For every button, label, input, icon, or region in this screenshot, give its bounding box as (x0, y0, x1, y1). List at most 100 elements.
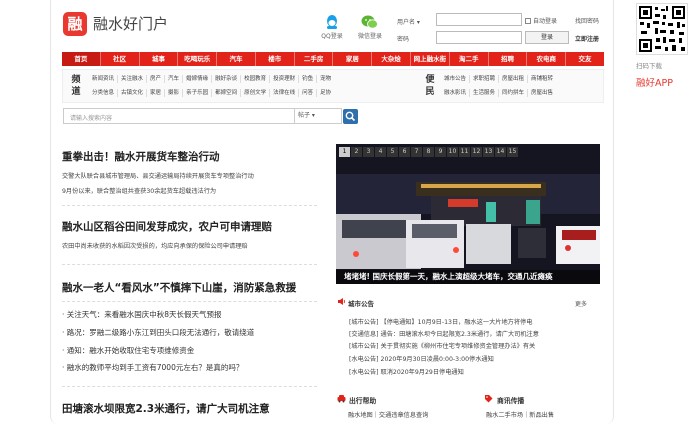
channel-link[interactable]: 亲子乐园 (183, 89, 213, 97)
speaker-icon (338, 298, 346, 305)
main-nav: 首页 社区 城事 吃喝玩乐 汽车 楼市 二手房 家居 大杂烩 网上融水街 淘二手… (62, 52, 604, 66)
auto-login-checkbox[interactable] (525, 17, 531, 24)
channel-link[interactable]: 原创文学 (241, 89, 271, 97)
slideshow-page[interactable]: 8 (423, 147, 434, 157)
channel-link[interactable]: 摄影 (165, 89, 184, 97)
news-list-item[interactable]: · 融水的教师平均到手工资有7000元左右？是真的吗？ (62, 362, 243, 373)
notice-item[interactable]: [交通信息] 通告：田塘滚水坝今日起限宽2.3米通行，请广大司机注意 (349, 329, 539, 338)
auto-login[interactable]: 自动登录 (525, 16, 557, 25)
nav-item[interactable]: 二手房 (295, 52, 334, 66)
channel-row: 新闻资讯 关注融水 房产 汽车 婚嫁情缘 融好杂谈 校园教育 投资理财 钓鱼 宠… (89, 75, 334, 83)
photo-slideshow[interactable]: 1 2 3 4 5 6 7 8 9 10 11 12 13 14 15 堵堵堵!… (336, 144, 600, 284)
headline-2-desc: 农田中尚未收获的水稻因次受损的，均应向承保的保险公司申请理赔 (62, 243, 248, 250)
search-placeholder: 请输入搜索内容 (70, 115, 113, 122)
nav-item[interactable]: 大杂烩 (372, 52, 412, 66)
nav-item[interactable]: 楼市 (256, 52, 295, 66)
service-link[interactable]: 房屋出租 (499, 75, 529, 83)
channel-link[interactable]: 宠物 (317, 75, 334, 83)
headline-3[interactable]: 融水一老人“看风水”不慎摔下山崖，消防紧急救援 (62, 280, 296, 295)
travel-help-links[interactable]: 融水地图｜交通违章信息查询 (348, 410, 428, 419)
service-link[interactable]: 房屋出售 (528, 89, 556, 97)
service-link[interactable]: 同约拼车 (499, 89, 529, 97)
channel-link[interactable]: 足协 (317, 89, 334, 97)
channel-link[interactable]: 新闻资讯 (89, 75, 119, 83)
notice-item[interactable]: [城市公告] 【停电通知】10月9日-13日，融水这一大片地方将停电 (349, 317, 532, 326)
channel-link[interactable]: 都嫁空间 (212, 89, 242, 97)
slideshow-page[interactable]: 6 (399, 147, 410, 157)
service-link[interactable]: 生活服务 (470, 89, 500, 97)
service-link[interactable]: 商铺租转 (528, 75, 556, 83)
notice-item[interactable]: [水电公告] 2020年9月30日凌晨0:00-3:00停水通知 (349, 354, 494, 363)
slideshow-page[interactable]: 3 (363, 147, 374, 157)
qq-login[interactable]: QQ登录 (319, 14, 345, 40)
nav-item[interactable]: 农电商 (527, 52, 567, 66)
service-link[interactable]: 融水影讯 (441, 89, 471, 97)
search-button[interactable] (343, 109, 358, 124)
channel-link[interactable]: 投资理财 (270, 75, 300, 83)
slideshow-page[interactable]: 13 (483, 147, 494, 157)
nav-item[interactable]: 汽车 (217, 52, 256, 66)
register-link[interactable]: 立即注册 (575, 34, 599, 43)
channel-link[interactable]: 房产 (147, 75, 166, 83)
notice-item[interactable]: [城市公告] 关于贯彻实施《柳州市住宅专项维修资金管理办法》有关 (349, 341, 535, 350)
headline-2[interactable]: 融水山区稻谷田间发芽成灾，农户可申请理赔 (62, 219, 272, 234)
login-button[interactable]: 登录 (525, 31, 569, 44)
channel-link[interactable]: 汽车 (165, 75, 184, 83)
channel-link[interactable]: 融好杂谈 (212, 75, 242, 83)
channel-link[interactable]: 婚嫁情缘 (183, 75, 213, 83)
slideshow-page[interactable]: 5 (387, 147, 398, 157)
divider (62, 386, 317, 387)
nav-item[interactable]: 吃喝玩乐 (178, 52, 218, 66)
slideshow-page[interactable]: 4 (375, 147, 386, 157)
news-list-item[interactable]: · 通知：融水开始收取住宅专项维修资金 (62, 345, 194, 356)
site-logo[interactable]: 融 (63, 12, 87, 36)
notice-item[interactable]: [水电公告] 取消2020年9月29日停电通知 (349, 367, 464, 376)
channel-link[interactable]: 家居 (147, 89, 166, 97)
news-list-item[interactable]: · 路况：罗融二级路小东江到田头口段无法通行，敬请绕道 (62, 327, 254, 338)
service-title: 便民 (425, 75, 435, 97)
app-qr-code (636, 3, 688, 55)
slideshow-page[interactable]: 12 (471, 147, 482, 157)
nav-item[interactable]: 网上融水街 (411, 52, 450, 66)
channel-link[interactable]: 钓鱼 (299, 75, 318, 83)
slideshow-caption[interactable]: 堵堵堵! 国庆长假第一天，融水上演超级大堵车，交通几近瘫痪 (336, 270, 600, 284)
channel-link[interactable]: 校园教育 (241, 75, 271, 83)
qq-login-label: QQ登录 (321, 33, 343, 40)
channel-link[interactable]: 古镇文化 (118, 89, 148, 97)
nav-item[interactable]: 首页 (62, 52, 101, 66)
search-type-select[interactable]: 帖子 ▾ (294, 109, 332, 123)
slideshow-page[interactable]: 15 (507, 147, 518, 157)
find-password-link[interactable]: 找回密码 (575, 16, 599, 25)
nav-item[interactable]: 社区 (101, 52, 140, 66)
channel-link[interactable]: 法律在线 (270, 89, 300, 97)
trade-links[interactable]: 融水二手市场｜新品出售 (486, 410, 554, 419)
nav-item[interactable]: 淘二手 (450, 52, 489, 66)
app-download-link[interactable]: 融好APP (636, 75, 673, 89)
site-title[interactable]: 融水好门户 (93, 12, 168, 36)
slideshow-page[interactable]: 7 (411, 147, 422, 157)
nav-item[interactable]: 交友 (566, 52, 604, 66)
channel-link[interactable]: 分类信息 (89, 89, 119, 97)
password-input[interactable] (436, 31, 522, 44)
service-link[interactable]: 求职招聘 (470, 75, 500, 83)
wechat-login[interactable]: 微信登录 (355, 14, 385, 40)
username-label[interactable]: 用户名 ▾ (397, 17, 420, 26)
slideshow-page[interactable]: 1 (339, 147, 350, 157)
headline-4[interactable]: 田塘滚水坝限宽2.3米通行，请广大司机注意 (62, 401, 270, 416)
nav-item[interactable]: 招聘 (489, 52, 528, 66)
slideshow-page[interactable]: 9 (435, 147, 446, 157)
news-list-item[interactable]: · 关注天气：来看融水国庆中秋8天长假天气预报 (62, 309, 222, 320)
headline-1[interactable]: 重拳出击！融水开展货车整治行动 (62, 149, 220, 164)
service-link[interactable]: 城市公告 (441, 75, 471, 83)
slideshow-page[interactable]: 14 (495, 147, 506, 157)
car-icon (337, 395, 346, 403)
notice-more-link[interactable]: 更多 (575, 299, 587, 308)
nav-item[interactable]: 家居 (333, 52, 373, 66)
channel-link[interactable]: 关注融水 (118, 75, 148, 83)
username-input[interactable] (436, 13, 522, 26)
slideshow-page[interactable]: 11 (459, 147, 470, 157)
channel-link[interactable]: 问答 (299, 89, 318, 97)
nav-item[interactable]: 城事 (140, 52, 179, 66)
slideshow-page[interactable]: 2 (351, 147, 362, 157)
slideshow-page[interactable]: 10 (447, 147, 458, 157)
